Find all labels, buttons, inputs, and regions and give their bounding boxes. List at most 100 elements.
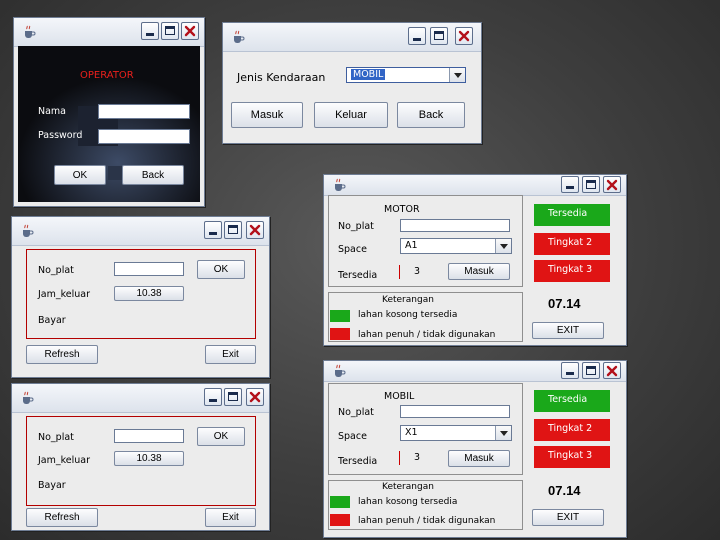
exit-button[interactable]: Exit xyxy=(205,508,256,527)
tersedia-value: 3 xyxy=(414,452,421,463)
masuk-button[interactable]: Masuk xyxy=(231,102,303,128)
close-icon[interactable] xyxy=(603,176,621,193)
keterangan-label: Keterangan xyxy=(382,295,434,305)
no-plat-label: No_plat xyxy=(338,407,374,418)
clock-display: 07.14 xyxy=(548,296,581,311)
space-label: Space xyxy=(338,431,367,442)
motor-parking-window: MOTOR No_plat Space A1 Tersedia 3 Masuk … xyxy=(323,174,627,346)
no-plat-label: No_plat xyxy=(38,265,74,276)
title-bar[interactable] xyxy=(324,361,626,382)
vehicle-select-window: Jenis Kendaraan MOBIL Masuk Keluar Back xyxy=(222,22,482,144)
status-tingkat-3: Tingkat 3 xyxy=(534,446,610,468)
space-dropdown[interactable]: A1 xyxy=(400,238,512,254)
jenis-kendaraan-label: Jenis Kendaraan xyxy=(237,71,326,84)
status-tersedia: Tersedia xyxy=(534,204,610,226)
java-cup-icon xyxy=(22,25,36,39)
mobil-parking-window: MOBIL No_plat Space X1 Tersedia 3 Masuk … xyxy=(323,360,627,538)
bayar-label: Bayar xyxy=(38,480,66,491)
maximize-icon[interactable] xyxy=(430,27,448,45)
keluar-button[interactable]: Keluar xyxy=(314,102,388,128)
title-bar[interactable] xyxy=(324,175,626,196)
exit-button[interactable]: EXIT xyxy=(532,322,604,339)
java-cup-icon xyxy=(20,224,34,238)
tersedia-value: 3 xyxy=(414,266,421,277)
ok-button[interactable]: OK xyxy=(197,427,245,446)
tersedia-label: Tersedia xyxy=(338,456,378,467)
masuk-button[interactable]: Masuk xyxy=(448,450,510,467)
no-plat-field[interactable] xyxy=(114,429,184,443)
legend-green-text: lahan kosong tersedia xyxy=(358,497,458,507)
chevron-down-icon[interactable] xyxy=(495,239,511,253)
nama-label: Nama xyxy=(38,106,67,117)
legend-red-text: lahan penuh / tidak digunakan xyxy=(358,330,496,340)
close-icon[interactable] xyxy=(246,221,264,239)
status-tingkat-2: Tingkat 2 xyxy=(534,233,610,255)
legend-red-text: lahan penuh / tidak digunakan xyxy=(358,516,496,526)
title-bar[interactable] xyxy=(14,18,204,47)
java-cup-icon xyxy=(332,364,346,378)
ok-button[interactable]: OK xyxy=(54,165,106,185)
java-cup-icon xyxy=(231,30,245,44)
minimize-icon[interactable] xyxy=(204,221,222,239)
status-tingkat-3: Tingkat 3 xyxy=(534,260,610,282)
clock-display: 07.14 xyxy=(548,483,581,498)
minimize-icon[interactable] xyxy=(561,362,579,379)
jam-keluar-value: 10.38 xyxy=(114,286,184,301)
maximize-icon[interactable] xyxy=(161,22,179,40)
title-bar[interactable] xyxy=(223,23,481,52)
no-plat-field[interactable] xyxy=(114,262,184,276)
legend-green-text: lahan kosong tersedia xyxy=(358,310,458,320)
minimize-icon[interactable] xyxy=(204,388,222,406)
java-cup-icon xyxy=(332,178,346,192)
exit-button[interactable]: Exit xyxy=(205,345,256,364)
jam-keluar-value: 10.38 xyxy=(114,451,184,466)
tersedia-divider xyxy=(399,451,400,465)
legend-red-swatch xyxy=(330,514,350,526)
masuk-button[interactable]: Masuk xyxy=(448,263,510,280)
minimize-icon[interactable] xyxy=(408,27,426,45)
back-button[interactable]: Back xyxy=(122,165,184,185)
status-tingkat-2: Tingkat 2 xyxy=(534,419,610,441)
nama-field[interactable] xyxy=(98,104,190,119)
maximize-icon[interactable] xyxy=(582,176,600,193)
close-icon[interactable] xyxy=(603,362,621,379)
jam-keluar-label: Jam_keluar xyxy=(38,289,91,300)
no-plat-label: No_plat xyxy=(338,221,374,232)
tersedia-label: Tersedia xyxy=(338,270,378,281)
close-icon[interactable] xyxy=(455,27,473,45)
minimize-icon[interactable] xyxy=(141,22,159,40)
jam-keluar-label: Jam_keluar xyxy=(38,455,91,466)
close-icon[interactable] xyxy=(246,388,264,406)
status-tersedia: Tersedia xyxy=(534,390,610,412)
maximize-icon[interactable] xyxy=(224,221,242,239)
refresh-button[interactable]: Refresh xyxy=(26,508,98,527)
chevron-down-icon[interactable] xyxy=(495,426,511,440)
exit-button[interactable]: EXIT xyxy=(532,509,604,526)
space-value: A1 xyxy=(405,240,418,251)
space-dropdown[interactable]: X1 xyxy=(400,425,512,441)
close-icon[interactable] xyxy=(181,22,199,40)
jenis-kendaraan-dropdown[interactable]: MOBIL xyxy=(346,67,466,83)
bayar-label: Bayar xyxy=(38,315,66,326)
back-button[interactable]: Back xyxy=(397,102,465,128)
refresh-button[interactable]: Refresh xyxy=(26,345,98,364)
title-bar[interactable] xyxy=(12,217,269,246)
no-plat-field[interactable] xyxy=(400,405,510,418)
password-label: Password xyxy=(38,130,83,141)
legend-green-swatch xyxy=(330,496,350,508)
no-plat-field[interactable] xyxy=(400,219,510,232)
ok-button[interactable]: OK xyxy=(197,260,245,279)
vehicle-type-heading: MOBIL xyxy=(384,391,415,402)
maximize-icon[interactable] xyxy=(582,362,600,379)
maximize-icon[interactable] xyxy=(224,388,242,406)
java-cup-icon xyxy=(20,391,34,405)
operator-heading: OPERATOR xyxy=(80,70,134,81)
password-field[interactable] xyxy=(98,129,190,144)
chevron-down-icon[interactable] xyxy=(449,68,465,82)
title-bar[interactable] xyxy=(12,384,269,413)
minimize-icon[interactable] xyxy=(561,176,579,193)
exit-window-1: No_plat OK Jam_keluar 10.38 Bayar Refres… xyxy=(11,216,270,378)
keterangan-label: Keterangan xyxy=(382,482,434,492)
space-label: Space xyxy=(338,244,367,255)
no-plat-label: No_plat xyxy=(38,432,74,443)
